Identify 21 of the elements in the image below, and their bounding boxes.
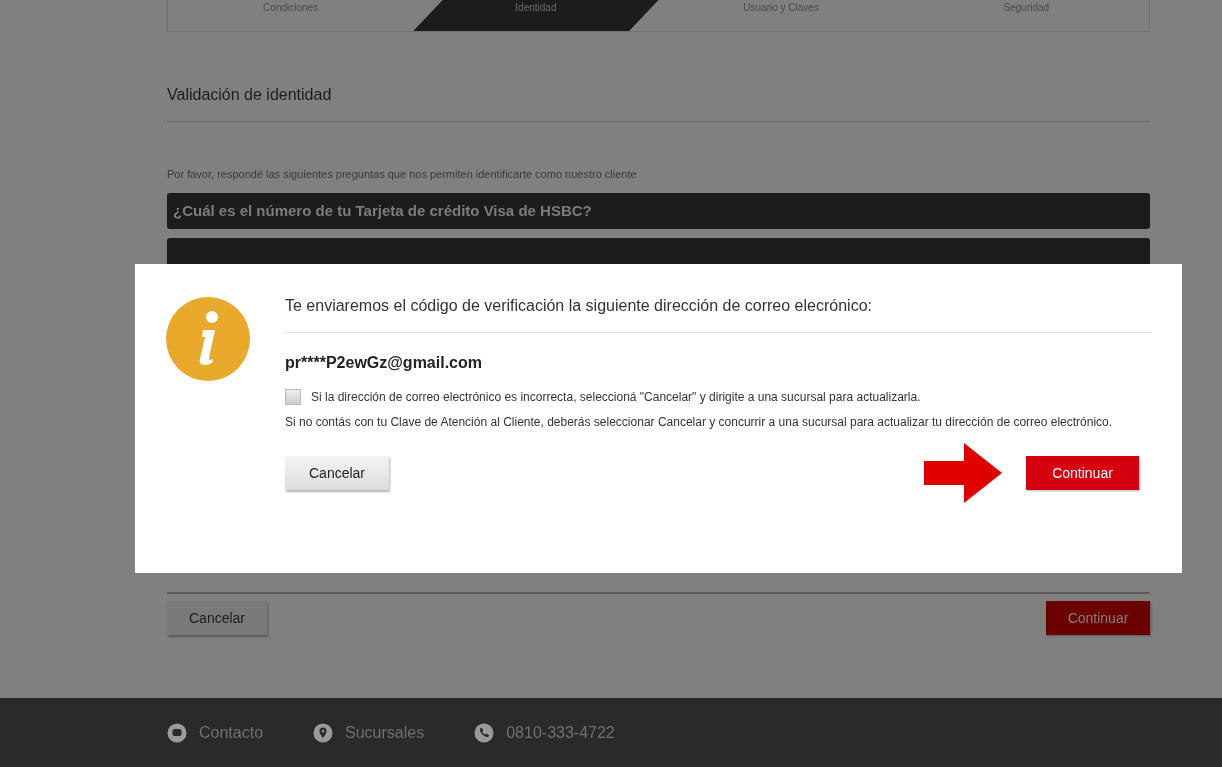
- checkbox-label: Si la dirección de correo electrónico es incorrecta, seleccioná "Cancelar" y dirigite a una sucursal para actualizarla.: [311, 390, 921, 404]
- footer-link[interactable]: Sucursales: [345, 723, 425, 742]
- checkbox[interactable]: [285, 389, 301, 405]
- location-pin-icon[interactable]: [313, 722, 334, 743]
- cancel-button[interactable]: Cancelar: [167, 601, 267, 635]
- continue-button[interactable]: Continuar: [1046, 601, 1150, 635]
- footer-link[interactable]: Contacto: [199, 723, 264, 742]
- question-bar: ¿Cuál es el número de tu Tarjeta de crédito Visa de HSBC?: [167, 193, 1150, 229]
- intro-text: Por favor, respondé las siguientes preguntas que nos permiten identificarte como nuestro cliente: [167, 168, 638, 180]
- email-address: pr****P2ewGz@gmail.com: [285, 354, 483, 372]
- dialog-message: Te enviaremos el código de verificación la siguiente dirección de correo elecrónico:: [285, 297, 873, 315]
- info-icon: [166, 297, 250, 381]
- chat-icon[interactable]: [167, 722, 187, 743]
- phone-icon[interactable]: [474, 722, 495, 743]
- section-title: Validación de identidad: [167, 86, 333, 104]
- cancel-button[interactable]: Cancelar: [285, 456, 389, 490]
- step-tab[interactable]: Identidad: [413, 0, 659, 31]
- note-text: Si no contás con tu Clave de Atención al Cliente, deberás seleccionar Cancelar y concurrir a una sucursal para actualizar tu dirección de correo electrónico.: [285, 414, 1114, 431]
- footer-link[interactable]: 0810-333-4722: [506, 723, 615, 742]
- continue-button[interactable]: Continuar: [1026, 456, 1139, 490]
- arrow-icon: [924, 443, 1002, 503]
